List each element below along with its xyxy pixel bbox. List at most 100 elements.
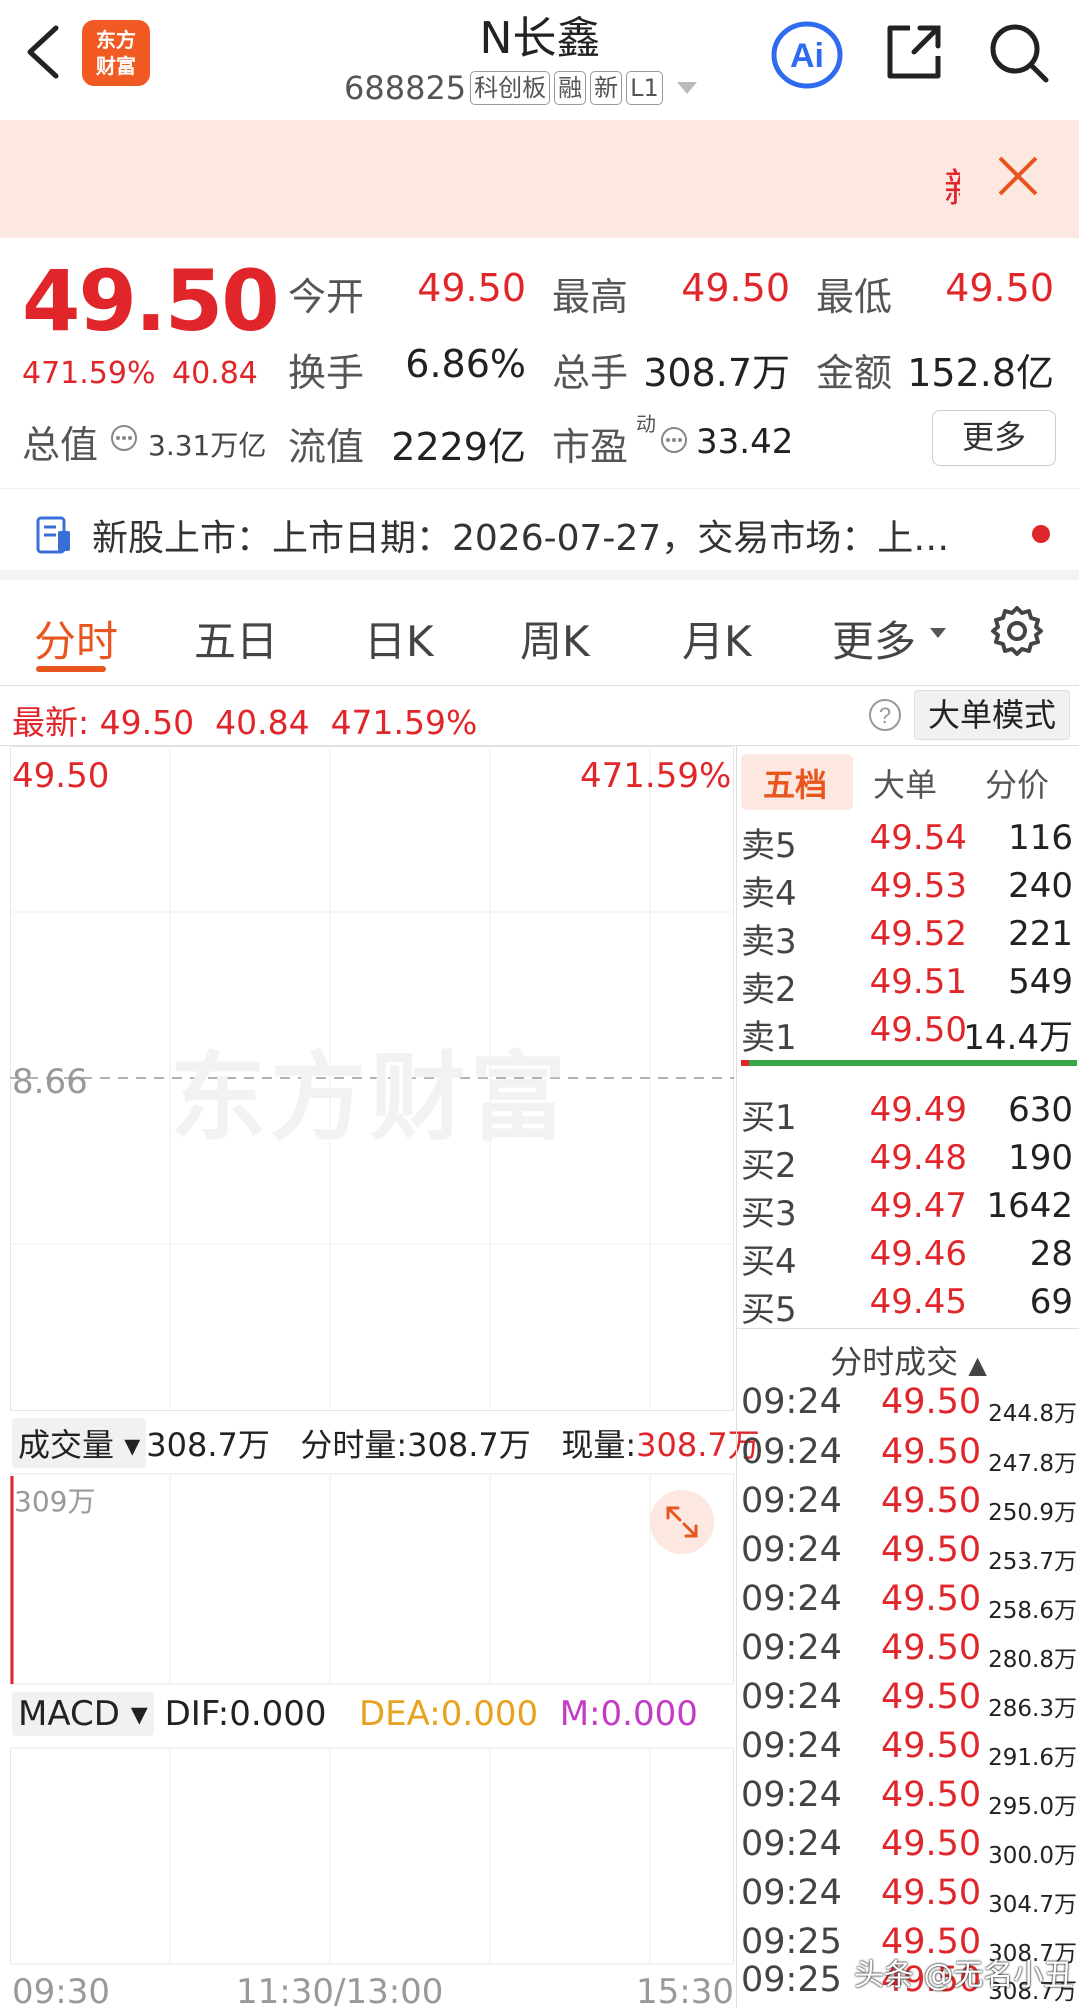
tag-level: L1 [626,71,663,105]
news-text: 新股上市：上市日期：2026-07-27，交易市场：上… [92,518,950,559]
bid-price: 49.47 [869,1186,967,1226]
market-cap-value: 3.31万亿 [148,429,267,462]
news-ticker[interactable]: 新股上市：上市日期：2026-07-27，交易市场：上… [0,488,1079,580]
ask-row: 卖4 49.53 240 [741,866,1077,914]
notice-banner[interactable]: 新 [0,120,1079,238]
low-value: 49.50 [945,266,1054,310]
tick-price: 49.50 [881,1824,982,1864]
tab-monthly-k[interactable]: 月K [682,608,752,669]
high-value: 49.50 [681,266,790,310]
tick-time: 09:24 [741,1873,842,1913]
tab-more[interactable]: 更多 [832,608,916,669]
amount-value: 152.8亿 [907,351,1054,395]
tab-big-orders[interactable]: 大单 [873,760,937,806]
gear-icon[interactable] [990,604,1044,658]
volume-total: 308.7万 [146,1426,270,1464]
tick-volume: 258.6万 [988,1598,1077,1624]
info-icon[interactable] [110,424,138,452]
tick-volume: 300.0万 [988,1843,1077,1869]
tick-volume: 291.6万 [988,1745,1077,1771]
tab-intraday[interactable]: 分时 [34,608,118,669]
ai-assistant-icon[interactable]: Ai [770,20,844,90]
tick-row: 09:24 49.50 244.8万 [741,1382,1077,1432]
chevron-down-icon[interactable] [676,82,697,94]
ask-row: 卖2 49.51 549 [741,962,1077,1010]
latest-text: 最新: 49.50 40.84 471.59% [12,696,477,744]
bid-volume: 190 [1008,1138,1073,1178]
logo-line-2: 财富 [96,54,136,78]
big-order-mode-button[interactable]: 大单模式 [914,690,1070,740]
tab-five-levels[interactable]: 五档 [763,760,827,806]
macd-dea: DEA:0.000 [358,1694,539,1734]
stock-code-row[interactable]: 688825 科创板 融 新 L1 [344,68,697,108]
tick-trades-header[interactable]: 分时成交 ▲ [737,1328,1079,1381]
tick-volume: 244.8万 [988,1401,1077,1427]
tick-price: 49.50 [881,1432,982,1472]
pe-value: 33.42 [696,422,794,462]
ask-volume: 14.4万 [963,1018,1073,1058]
active-tab-indicator [36,666,106,672]
tab-five-day[interactable]: 五日 [194,608,278,669]
bid-label: 买2 [741,1146,797,1186]
expand-icon[interactable] [650,1490,714,1554]
tab-price-dist[interactable]: 分价 [985,760,1049,806]
ask-label: 卖4 [741,874,797,914]
help-icon[interactable]: ? [868,698,902,732]
ai-icon-label: Ai [790,37,824,75]
tick-trades-title: 分时成交 [830,1343,959,1381]
bid-price: 49.45 [869,1282,967,1322]
tick-row: 09:24 49.50 291.6万 [741,1726,1077,1776]
ask-volume: 116 [1008,818,1073,858]
tab-daily-k[interactable]: 日K [364,608,434,669]
volume-indicator-label: 成交量 [18,1426,115,1464]
search-icon[interactable] [988,22,1050,84]
ask-label: 卖1 [741,1018,797,1058]
info-icon[interactable] [660,426,688,454]
tick-time: 09:24 [741,1579,842,1619]
tick-price: 49.50 [881,1481,982,1521]
change-percent: 471.59% [22,356,156,391]
order-book-panel: 五档 大单 分价 卖5 49.54 116 卖4 49.53 240 卖3 49.52 22… [736,746,1079,2008]
bid-label: 买1 [741,1098,797,1138]
share-icon[interactable] [884,22,944,82]
ask-price: 49.53 [869,866,967,906]
bid-ask-ratio-bar [741,1060,1077,1066]
more-details-button[interactable]: 更多 [932,410,1056,466]
amount-label: 金额 [816,351,893,395]
low-label: 最低 [816,275,893,319]
quote-panel: 49.50 471.59% 40.84 总值 3.31万亿 今开 49.50 最… [0,238,1079,488]
intraday-chart[interactable] [10,746,734,2008]
tick-volume: 304.7万 [988,1892,1077,1918]
tick-row: 09:24 49.50 295.0万 [741,1775,1077,1825]
tick-row: 09:24 49.50 304.7万 [741,1873,1077,1923]
macd-indicator-select[interactable]: MACD ▾ [12,1692,154,1736]
top-bar: 东方 财富 N长鑫 688825 科创板 融 新 L1 Ai [0,0,1079,120]
tick-time: 09:24 [741,1726,842,1766]
watermark: 东方财富 [170,1042,570,1154]
tick-time: 09:24 [741,1677,842,1717]
volume-indicator-select[interactable]: 成交量 ▾ [12,1418,147,1468]
stock-name: N长鑫 [479,13,601,64]
volume-value: 308.7万 [643,351,790,395]
tick-time: 09:24 [741,1824,842,1864]
bid-row: 买1 49.49 630 [741,1090,1077,1138]
bid-row: 买2 49.48 190 [741,1138,1077,1186]
chart-prev-close: 8.66 [12,1062,88,1102]
tick-time: 09:24 [741,1382,842,1422]
caret-down-icon [930,628,946,638]
tick-price: 49.50 [881,1775,982,1815]
ask-price: 49.50 [869,1010,967,1050]
turnover-value: 6.86% [405,342,526,386]
tab-weekly-k[interactable]: 周K [520,608,590,669]
tick-time: 09:25 [741,1960,842,2000]
tick-row: 09:24 49.50 286.3万 [741,1677,1077,1727]
macd-dif: DIF:0.000 [164,1694,327,1734]
high-label: 最高 [552,275,629,319]
tick-volume: 295.0万 [988,1794,1077,1820]
latest-price-bar: 最新: 49.50 40.84 471.59% ? 大单模式 [0,686,1079,746]
back-icon[interactable] [22,24,62,80]
ask-price: 49.51 [869,962,967,1002]
chart-grid [10,746,734,1965]
close-icon[interactable] [996,154,1040,198]
tick-price: 49.50 [881,1726,982,1766]
